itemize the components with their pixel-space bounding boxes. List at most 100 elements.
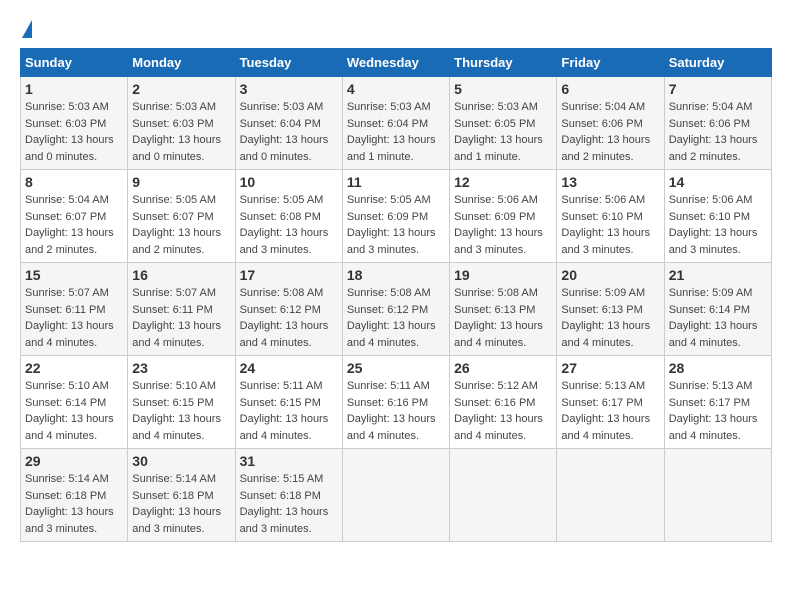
day-header-friday: Friday [557,49,664,77]
calendar-cell: 20 Sunrise: 5:09 AMSunset: 6:13 PMDaylig… [557,263,664,356]
day-info: Sunrise: 5:07 AMSunset: 6:11 PMDaylight:… [25,287,114,349]
day-info: Sunrise: 5:09 AMSunset: 6:13 PMDaylight:… [561,287,650,349]
day-number: 31 [240,453,338,469]
day-header-monday: Monday [128,49,235,77]
day-number: 3 [240,81,338,97]
calendar-cell: 29 Sunrise: 5:14 AMSunset: 6:18 PMDaylig… [21,449,128,542]
calendar-cell: 22 Sunrise: 5:10 AMSunset: 6:14 PMDaylig… [21,356,128,449]
day-info: Sunrise: 5:03 AMSunset: 6:05 PMDaylight:… [454,101,543,163]
day-info: Sunrise: 5:05 AMSunset: 6:09 PMDaylight:… [347,194,436,256]
day-number: 20 [561,267,659,283]
calendar-cell: 25 Sunrise: 5:11 AMSunset: 6:16 PMDaylig… [342,356,449,449]
day-number: 24 [240,360,338,376]
calendar-cell: 24 Sunrise: 5:11 AMSunset: 6:15 PMDaylig… [235,356,342,449]
calendar-cell: 15 Sunrise: 5:07 AMSunset: 6:11 PMDaylig… [21,263,128,356]
calendar-cell: 27 Sunrise: 5:13 AMSunset: 6:17 PMDaylig… [557,356,664,449]
calendar-cell: 5 Sunrise: 5:03 AMSunset: 6:05 PMDayligh… [450,77,557,170]
logo-triangle-icon [22,20,32,38]
calendar-cell [450,449,557,542]
day-number: 5 [454,81,552,97]
day-info: Sunrise: 5:03 AMSunset: 6:03 PMDaylight:… [132,101,221,163]
day-number: 14 [669,174,767,190]
day-number: 4 [347,81,445,97]
day-info: Sunrise: 5:09 AMSunset: 6:14 PMDaylight:… [669,287,758,349]
day-info: Sunrise: 5:04 AMSunset: 6:06 PMDaylight:… [669,101,758,163]
calendar-cell: 23 Sunrise: 5:10 AMSunset: 6:15 PMDaylig… [128,356,235,449]
day-header-thursday: Thursday [450,49,557,77]
day-number: 12 [454,174,552,190]
day-info: Sunrise: 5:03 AMSunset: 6:03 PMDaylight:… [25,101,114,163]
day-number: 27 [561,360,659,376]
week-row-3: 15 Sunrise: 5:07 AMSunset: 6:11 PMDaylig… [21,263,772,356]
calendar-cell: 13 Sunrise: 5:06 AMSunset: 6:10 PMDaylig… [557,170,664,263]
day-number: 29 [25,453,123,469]
calendar-cell: 1 Sunrise: 5:03 AMSunset: 6:03 PMDayligh… [21,77,128,170]
calendar-cell: 31 Sunrise: 5:15 AMSunset: 6:18 PMDaylig… [235,449,342,542]
day-info: Sunrise: 5:05 AMSunset: 6:08 PMDaylight:… [240,194,329,256]
calendar-table: SundayMondayTuesdayWednesdayThursdayFrid… [20,48,772,542]
day-info: Sunrise: 5:08 AMSunset: 6:12 PMDaylight:… [240,287,329,349]
day-number: 16 [132,267,230,283]
day-header-tuesday: Tuesday [235,49,342,77]
calendar-cell: 21 Sunrise: 5:09 AMSunset: 6:14 PMDaylig… [664,263,771,356]
day-number: 8 [25,174,123,190]
calendar-cell: 6 Sunrise: 5:04 AMSunset: 6:06 PMDayligh… [557,77,664,170]
day-info: Sunrise: 5:13 AMSunset: 6:17 PMDaylight:… [561,380,650,442]
day-number: 19 [454,267,552,283]
calendar-cell: 4 Sunrise: 5:03 AMSunset: 6:04 PMDayligh… [342,77,449,170]
calendar-body: 1 Sunrise: 5:03 AMSunset: 6:03 PMDayligh… [21,77,772,542]
week-row-2: 8 Sunrise: 5:04 AMSunset: 6:07 PMDayligh… [21,170,772,263]
week-row-1: 1 Sunrise: 5:03 AMSunset: 6:03 PMDayligh… [21,77,772,170]
day-number: 22 [25,360,123,376]
day-number: 10 [240,174,338,190]
day-info: Sunrise: 5:13 AMSunset: 6:17 PMDaylight:… [669,380,758,442]
calendar-cell: 11 Sunrise: 5:05 AMSunset: 6:09 PMDaylig… [342,170,449,263]
calendar-cell [557,449,664,542]
calendar-cell: 16 Sunrise: 5:07 AMSunset: 6:11 PMDaylig… [128,263,235,356]
day-number: 15 [25,267,123,283]
day-info: Sunrise: 5:12 AMSunset: 6:16 PMDaylight:… [454,380,543,442]
day-number: 11 [347,174,445,190]
day-info: Sunrise: 5:08 AMSunset: 6:13 PMDaylight:… [454,287,543,349]
day-number: 23 [132,360,230,376]
calendar-cell: 9 Sunrise: 5:05 AMSunset: 6:07 PMDayligh… [128,170,235,263]
calendar-cell: 14 Sunrise: 5:06 AMSunset: 6:10 PMDaylig… [664,170,771,263]
day-header-saturday: Saturday [664,49,771,77]
day-info: Sunrise: 5:07 AMSunset: 6:11 PMDaylight:… [132,287,221,349]
calendar-header-row: SundayMondayTuesdayWednesdayThursdayFrid… [21,49,772,77]
calendar-cell: 7 Sunrise: 5:04 AMSunset: 6:06 PMDayligh… [664,77,771,170]
page-header [20,20,772,38]
day-info: Sunrise: 5:11 AMSunset: 6:15 PMDaylight:… [240,380,329,442]
day-number: 30 [132,453,230,469]
day-info: Sunrise: 5:04 AMSunset: 6:07 PMDaylight:… [25,194,114,256]
day-number: 1 [25,81,123,97]
calendar-cell: 18 Sunrise: 5:08 AMSunset: 6:12 PMDaylig… [342,263,449,356]
day-number: 28 [669,360,767,376]
calendar-cell: 10 Sunrise: 5:05 AMSunset: 6:08 PMDaylig… [235,170,342,263]
day-info: Sunrise: 5:06 AMSunset: 6:10 PMDaylight:… [561,194,650,256]
day-number: 9 [132,174,230,190]
day-number: 25 [347,360,445,376]
logo [20,20,32,38]
day-number: 2 [132,81,230,97]
calendar-cell: 3 Sunrise: 5:03 AMSunset: 6:04 PMDayligh… [235,77,342,170]
day-number: 6 [561,81,659,97]
day-number: 13 [561,174,659,190]
calendar-cell: 28 Sunrise: 5:13 AMSunset: 6:17 PMDaylig… [664,356,771,449]
calendar-cell: 8 Sunrise: 5:04 AMSunset: 6:07 PMDayligh… [21,170,128,263]
day-info: Sunrise: 5:06 AMSunset: 6:10 PMDaylight:… [669,194,758,256]
calendar-cell: 12 Sunrise: 5:06 AMSunset: 6:09 PMDaylig… [450,170,557,263]
calendar-cell: 2 Sunrise: 5:03 AMSunset: 6:03 PMDayligh… [128,77,235,170]
day-info: Sunrise: 5:05 AMSunset: 6:07 PMDaylight:… [132,194,221,256]
calendar-cell: 17 Sunrise: 5:08 AMSunset: 6:12 PMDaylig… [235,263,342,356]
day-info: Sunrise: 5:08 AMSunset: 6:12 PMDaylight:… [347,287,436,349]
day-info: Sunrise: 5:11 AMSunset: 6:16 PMDaylight:… [347,380,436,442]
day-header-wednesday: Wednesday [342,49,449,77]
day-info: Sunrise: 5:10 AMSunset: 6:14 PMDaylight:… [25,380,114,442]
day-info: Sunrise: 5:04 AMSunset: 6:06 PMDaylight:… [561,101,650,163]
week-row-5: 29 Sunrise: 5:14 AMSunset: 6:18 PMDaylig… [21,449,772,542]
calendar-cell [664,449,771,542]
day-number: 18 [347,267,445,283]
day-header-sunday: Sunday [21,49,128,77]
day-info: Sunrise: 5:10 AMSunset: 6:15 PMDaylight:… [132,380,221,442]
